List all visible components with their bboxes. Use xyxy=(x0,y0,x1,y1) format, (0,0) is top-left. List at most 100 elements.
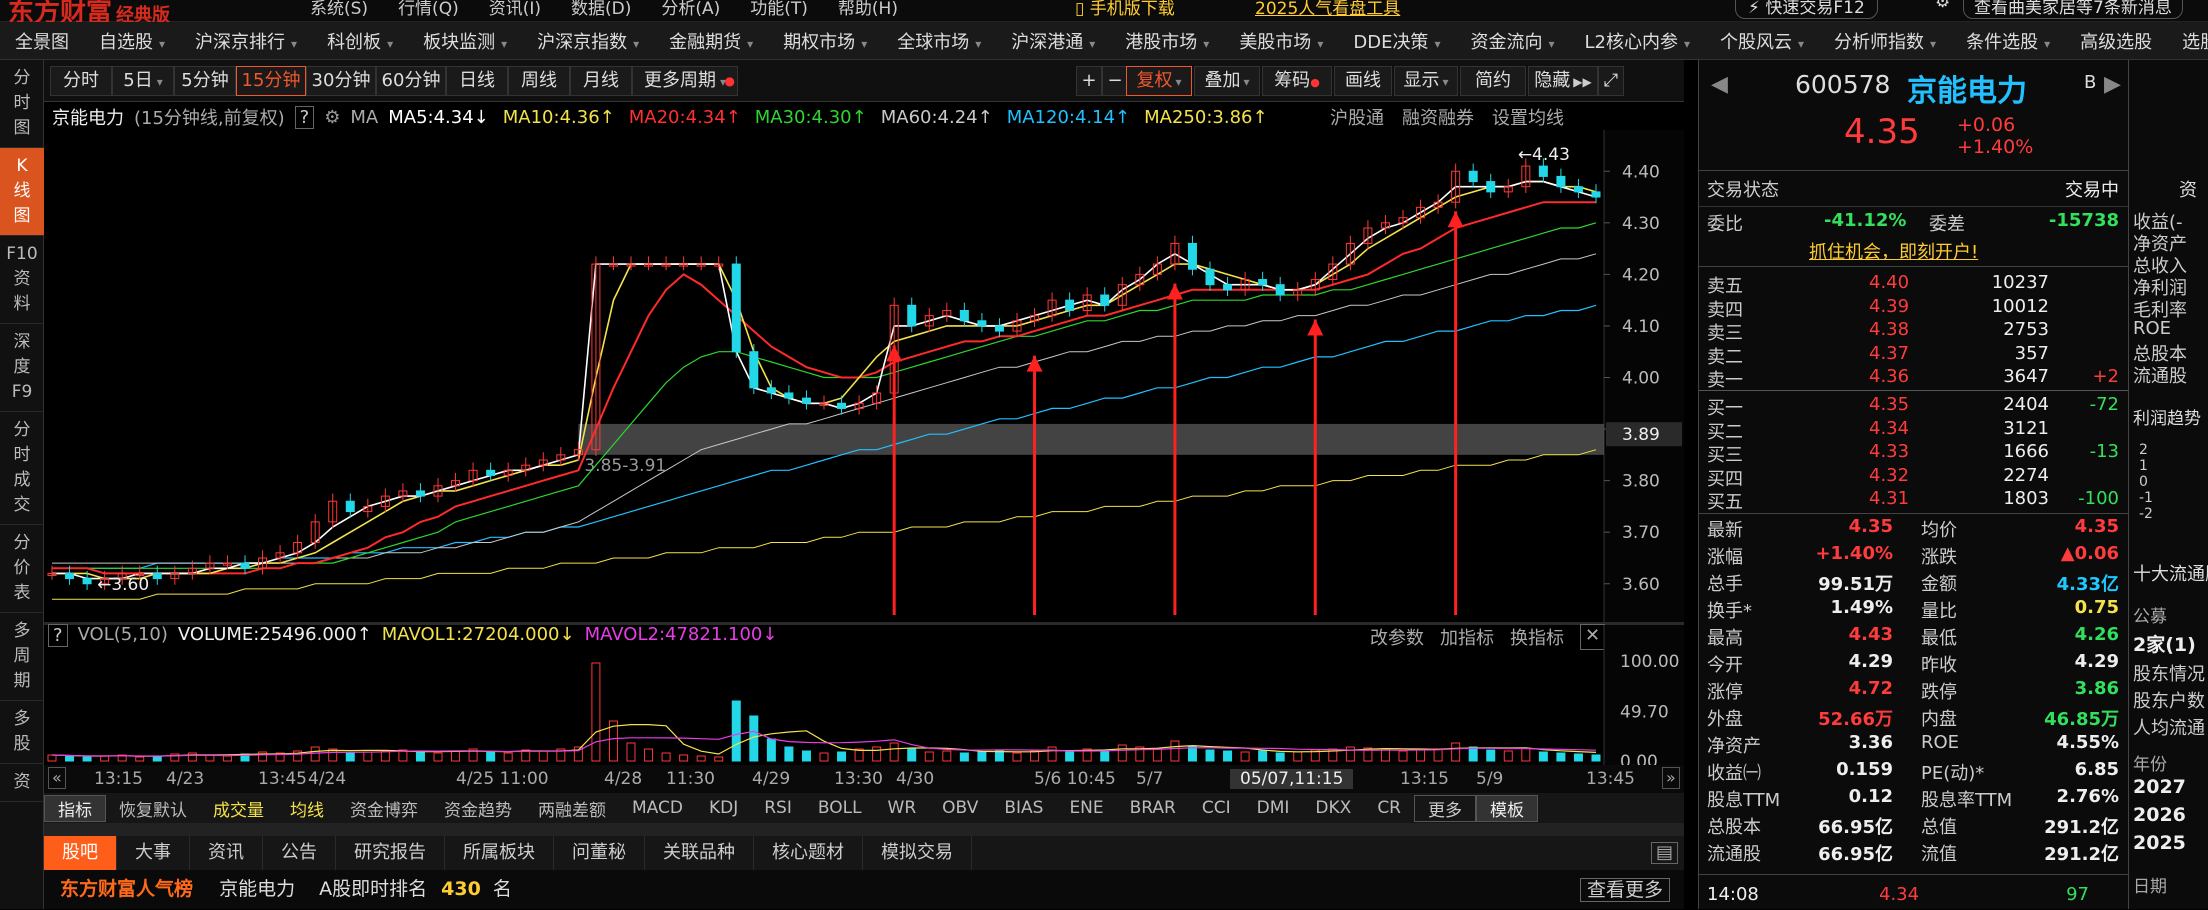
tool-4[interactable]: 筹码● xyxy=(1262,66,1332,96)
period-9[interactable]: 更多周期 ▾ ● xyxy=(632,66,738,96)
volume-chart[interactable]: 100.00 49.70 0.00 xyxy=(44,625,1684,765)
bottom-tab[interactable]: 模拟交易 xyxy=(863,836,972,870)
mobile-download-link[interactable]: ▯ 手机版下载 xyxy=(1075,0,1175,19)
nav-item[interactable]: DDE决策 ▾ xyxy=(1338,28,1455,54)
indicator-tab[interactable]: ENE xyxy=(1056,798,1116,818)
quick-trade-button[interactable]: ⚡ 快速交易F12 xyxy=(1735,0,1878,19)
view-tab[interactable]: 分价表 xyxy=(0,525,44,613)
bottom-tab[interactable]: 所属板块 xyxy=(445,836,554,870)
nav-item[interactable]: 全景图 xyxy=(0,28,84,54)
period-2[interactable]: 5分钟 xyxy=(174,66,236,96)
settings-icon[interactable]: ⚙ xyxy=(1935,0,1950,12)
period-1[interactable]: 5日 ▾ xyxy=(112,66,174,96)
chart-link[interactable]: 融资融券 xyxy=(1402,104,1474,130)
chart-link[interactable]: 沪股通 xyxy=(1330,104,1384,130)
view-tab[interactable]: 多股 xyxy=(0,701,44,764)
indicator-tab[interactable]: 资金博弈 xyxy=(337,796,431,821)
bids-row[interactable]: 买二 4.34 3121 xyxy=(1699,418,2129,443)
indicator-tab[interactable]: BRAR xyxy=(1117,798,1189,818)
asks-row[interactable]: 卖五 4.40 10237 xyxy=(1699,272,2129,297)
menu-item[interactable]: 帮助(H) xyxy=(838,0,898,19)
period-0[interactable]: 分时 xyxy=(50,66,112,96)
asks-row[interactable]: 卖四 4.39 10012 xyxy=(1699,296,2129,321)
ma-label[interactable]: MA xyxy=(350,107,378,128)
bottom-tab[interactable]: 研究报告 xyxy=(336,836,445,870)
chart-link[interactable]: 设置均线 xyxy=(1492,104,1564,130)
tool-7[interactable]: 简约 xyxy=(1460,66,1526,96)
indicator-tab[interactable]: BOLL xyxy=(805,798,875,818)
indicator-tab[interactable]: WR xyxy=(875,798,930,818)
indicator-tab[interactable]: RSI xyxy=(751,798,805,818)
nav-item[interactable]: 高级选股 xyxy=(2065,28,2167,54)
indicator-tab[interactable]: OBV xyxy=(929,798,991,818)
bottom-tab[interactable]: 问董秘 xyxy=(554,836,645,870)
menu-item[interactable]: 分析(A) xyxy=(661,0,720,19)
holder-item[interactable]: 股东情况 xyxy=(2133,660,2205,686)
asks-row[interactable]: 卖一 4.36 3647 +2 xyxy=(1699,366,2129,391)
bids-row[interactable]: 买三 4.33 1666 -13 xyxy=(1699,441,2129,466)
indicator-tab[interactable]: DKX xyxy=(1302,798,1364,818)
indicator-tab[interactable]: KDJ xyxy=(696,798,751,818)
kline-chart[interactable]: 4.404.304.204.104.003.903.803.703.603.85… xyxy=(44,130,1684,625)
indicator-tab[interactable]: 两融差额 xyxy=(525,796,619,821)
period-7[interactable]: 周线 xyxy=(508,66,570,96)
nav-item[interactable]: 沪深京指数 ▾ xyxy=(522,28,654,54)
promo-link[interactable]: 2025人气看盘工具 xyxy=(1255,0,1400,19)
view-more-button[interactable]: 查看更多 xyxy=(1579,878,1670,902)
period-4[interactable]: 30分钟 xyxy=(306,66,376,96)
nav-item[interactable]: 资金流向 ▾ xyxy=(1455,28,1569,54)
bottom-tab[interactable]: 资讯 xyxy=(190,836,263,870)
indicator-tab[interactable]: 资金趋势 xyxy=(431,796,525,821)
indicator-tab[interactable]: BIAS xyxy=(991,798,1056,818)
indicator-tab[interactable]: 模板 xyxy=(1476,794,1538,822)
next-stock-icon[interactable]: ▶ xyxy=(2104,72,2121,97)
tool-2[interactable]: 复权 ▾ xyxy=(1126,66,1192,96)
indicator-tab[interactable]: 指标 xyxy=(44,794,106,822)
nav-item[interactable]: 科创板 ▾ xyxy=(312,28,408,54)
bids-row[interactable]: 买四 4.32 2274 xyxy=(1699,465,2129,490)
tool-1[interactable]: − xyxy=(1102,66,1128,96)
tool-5[interactable]: 画线 xyxy=(1334,66,1392,96)
holder-item[interactable]: 股东户数 xyxy=(2133,687,2205,713)
indicator-tab[interactable]: 恢复默认 xyxy=(106,796,200,821)
view-tab[interactable]: 深度 F9 xyxy=(0,324,44,412)
tool-3[interactable]: 叠加 ▾ xyxy=(1194,66,1260,96)
period-3[interactable]: 15分钟 xyxy=(236,66,306,96)
view-tab[interactable]: 多周期 xyxy=(0,613,44,701)
indicator-tab[interactable]: 成交量 xyxy=(200,796,277,821)
nav-item[interactable]: L2核心内参 ▾ xyxy=(1570,28,1706,54)
nav-item[interactable]: 板块监测 ▾ xyxy=(408,28,522,54)
indicator-tab[interactable]: CR xyxy=(1364,798,1414,818)
view-tab[interactable]: F10 资料 xyxy=(0,236,44,324)
view-tab[interactable]: 分时图 xyxy=(0,60,44,148)
period-5[interactable]: 60分钟 xyxy=(376,66,446,96)
scroll-left-icon[interactable]: « xyxy=(48,767,66,789)
nav-item[interactable]: 条件选股 ▾ xyxy=(1951,28,2065,54)
asks-row[interactable]: 卖二 4.37 357 xyxy=(1699,343,2129,368)
nav-item[interactable]: 期权市场 ▾ xyxy=(768,28,882,54)
gear-icon[interactable]: ⚙ xyxy=(324,107,340,128)
period-8[interactable]: 月线 xyxy=(570,66,632,96)
indicator-tab[interactable]: 均线 xyxy=(277,796,337,821)
indicator-tab[interactable]: CCI xyxy=(1189,798,1244,818)
indicator-tab[interactable]: DMI xyxy=(1244,798,1303,818)
bids-row[interactable]: 买五 4.31 1803 -100 xyxy=(1699,488,2129,513)
nav-item[interactable]: 金融期货 ▾ xyxy=(654,28,768,54)
indicator-tab[interactable]: MACD xyxy=(619,798,696,818)
nav-item[interactable]: 港股市场 ▾ xyxy=(1110,28,1224,54)
notice-button[interactable]: 查看曲美家居等7条新消息 xyxy=(1963,0,2183,19)
tool-8[interactable]: 隐藏 ▶▶ xyxy=(1528,66,1598,96)
nav-item[interactable]: 沪深京排行 ▾ xyxy=(180,28,312,54)
nav-item[interactable]: 选股器 xyxy=(2167,28,2208,54)
bottom-tab[interactable]: 核心题材 xyxy=(754,836,863,870)
bids-row[interactable]: 买一 4.35 2404 -72 xyxy=(1699,394,2129,419)
tool-0[interactable]: + xyxy=(1076,66,1102,96)
fullscreen-icon[interactable]: ⤢ xyxy=(1598,66,1624,96)
b-share-link[interactable]: B xyxy=(2084,72,2096,93)
nav-item[interactable]: 个股风云 ▾ xyxy=(1705,28,1819,54)
menu-item[interactable]: 功能(T) xyxy=(750,0,808,19)
splitter[interactable] xyxy=(44,823,1684,836)
bottom-tab[interactable]: 大事 xyxy=(117,836,190,870)
scroll-right-icon[interactable]: » xyxy=(1662,767,1680,789)
bottom-tab[interactable]: 股吧 xyxy=(44,836,117,870)
